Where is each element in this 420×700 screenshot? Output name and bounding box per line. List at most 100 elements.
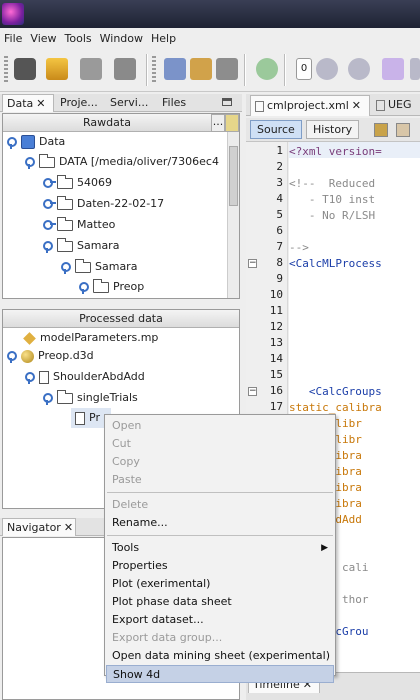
line-number: 17 <box>269 400 283 413</box>
tab-cmlproject[interactable]: cmlproject.xml ✕ <box>250 95 370 116</box>
key-icon <box>43 178 56 188</box>
fold-icon[interactable]: − <box>248 387 257 396</box>
folder-icon <box>57 389 73 404</box>
more-button[interactable]: ... <box>211 114 225 132</box>
context-menu-item-export-dataset[interactable]: Export dataset... <box>106 611 334 629</box>
scrollbar-thumb[interactable] <box>229 146 238 206</box>
key-icon <box>79 282 89 294</box>
editor-toolbar: Source History <box>246 118 420 142</box>
xml-file-icon <box>255 100 264 112</box>
rawdata-scrollbar[interactable] <box>227 132 239 298</box>
app-icon <box>2 3 24 25</box>
context-menu-item-rename[interactable]: Rename... <box>106 514 334 532</box>
open-project-icon[interactable] <box>46 58 68 80</box>
key-icon <box>43 220 56 230</box>
disk-icon[interactable] <box>216 58 238 80</box>
tab-ueg[interactable]: UEG <box>372 95 420 116</box>
pause-icon[interactable] <box>348 58 370 80</box>
folder-icon <box>57 216 73 231</box>
tree-item-data[interactable]: Data <box>7 132 65 152</box>
window-titlebar <box>0 0 420 28</box>
camera-icon[interactable] <box>14 58 36 80</box>
key-icon <box>25 157 35 169</box>
minimize-icon[interactable] <box>222 98 232 106</box>
context-menu-item-properties[interactable]: Properties <box>106 557 334 575</box>
line-number: 12 <box>269 320 283 333</box>
tree-item-daten[interactable]: Daten-22-02-17 <box>43 194 164 214</box>
tree-item-singletrials[interactable]: singleTrials <box>43 388 138 408</box>
menu-window[interactable]: Window <box>96 32 147 45</box>
context-menu-item-open: Open <box>112 419 142 432</box>
settings-icon[interactable] <box>225 114 239 132</box>
rawdata-header: Rawdata <box>3 114 211 132</box>
database-icon <box>21 135 35 149</box>
processed-header: Processed data <box>3 310 239 328</box>
wizard-icon[interactable] <box>190 58 212 80</box>
tree-item-model-params[interactable]: modelParameters.mp <box>23 328 159 348</box>
context-menu-item-open-data-mining-sheet-experimental[interactable]: Open data mining sheet (experimental) <box>106 647 334 665</box>
import-icon[interactable] <box>164 58 186 80</box>
folder-icon <box>57 195 73 210</box>
context-menu-item-plot-phase-data-sheet[interactable]: Plot phase data sheet <box>106 593 334 611</box>
frame-counter[interactable]: 0 <box>296 58 312 80</box>
key-icon <box>43 241 53 253</box>
save-all-icon[interactable] <box>80 58 102 80</box>
toolbar-separator-3 <box>284 54 286 86</box>
context-menu-item-tools[interactable]: Tools ▶ <box>106 539 334 557</box>
menu-view[interactable]: View <box>26 32 60 45</box>
tree-item-preop-d3d[interactable]: Preop.d3d <box>7 346 94 366</box>
code-line: <?xml version= <box>289 145 382 158</box>
line-number: 3 <box>276 176 283 189</box>
line-number: 9 <box>276 272 283 285</box>
tree-label: ShoulderAbdAdd <box>53 370 145 383</box>
tree-item-matteo[interactable]: Matteo <box>43 215 115 235</box>
history-button[interactable]: History <box>306 120 360 139</box>
tab-projects[interactable]: Proje... <box>56 94 104 112</box>
line-number: 4 <box>276 192 283 205</box>
step-icon[interactable] <box>410 58 420 80</box>
tab-navigator[interactable]: Navigator ✕ <box>2 518 76 536</box>
context-menu-item-export-data-group: Export data group... <box>112 631 223 644</box>
tree-item-shoulder[interactable]: ShoulderAbdAdd <box>25 367 145 387</box>
menu-tools[interactable]: Tools <box>61 32 96 45</box>
tree-item-preop[interactable]: Preop <box>79 277 144 297</box>
add-icon[interactable] <box>256 58 278 80</box>
line-number: 11 <box>269 304 283 317</box>
tree-label: DATA [/media/oliver/7306ec4 <box>59 155 219 168</box>
folder-icon <box>57 174 73 189</box>
tree-label: modelParameters.mp <box>40 331 159 344</box>
rewind-icon[interactable] <box>382 58 404 80</box>
toolbar-grip[interactable] <box>4 56 8 84</box>
folder-icon <box>57 237 73 252</box>
save-icon[interactable] <box>114 58 136 80</box>
tree-item-samara[interactable]: Samara <box>43 236 119 256</box>
line-number: 5 <box>276 208 283 221</box>
tab-files[interactable]: Files <box>158 94 198 112</box>
line-number: 13 <box>269 336 283 349</box>
document-icon <box>39 370 49 384</box>
forward-icon[interactable] <box>396 123 410 137</box>
tree-item-data-folder[interactable]: DATA [/media/oliver/7306ec4 <box>25 152 219 172</box>
tab-data[interactable]: Data ✕ <box>2 94 54 112</box>
context-menu-item-plot-exerimental[interactable]: Plot (exerimental) <box>106 575 334 593</box>
key-icon <box>25 372 35 384</box>
tree-label: singleTrials <box>77 391 138 404</box>
source-button[interactable]: Source <box>250 120 302 139</box>
line-number: 1 <box>276 144 283 157</box>
code-line: <CalcMLProcess <box>289 257 382 270</box>
play-icon[interactable] <box>316 58 338 80</box>
back-icon[interactable] <box>374 123 388 137</box>
tree-label: Matteo <box>77 218 116 231</box>
menu-file[interactable]: File <box>0 32 26 45</box>
toolbar-grip-2[interactable] <box>152 56 156 84</box>
close-icon[interactable]: ✕ <box>64 521 73 534</box>
close-icon[interactable]: ✕ <box>36 97 45 110</box>
code-line: - T10 inst <box>289 193 376 206</box>
fold-icon[interactable]: − <box>248 259 257 268</box>
close-icon[interactable]: ✕ <box>352 99 361 112</box>
context-menu-item-show-4d[interactable]: Show 4d <box>106 665 334 683</box>
tree-item-54069[interactable]: 54069 <box>43 173 112 193</box>
tab-services[interactable]: Servi... <box>106 94 156 112</box>
menu-help[interactable]: Help <box>147 32 180 45</box>
tree-item-samara-sub[interactable]: Samara <box>61 257 137 277</box>
